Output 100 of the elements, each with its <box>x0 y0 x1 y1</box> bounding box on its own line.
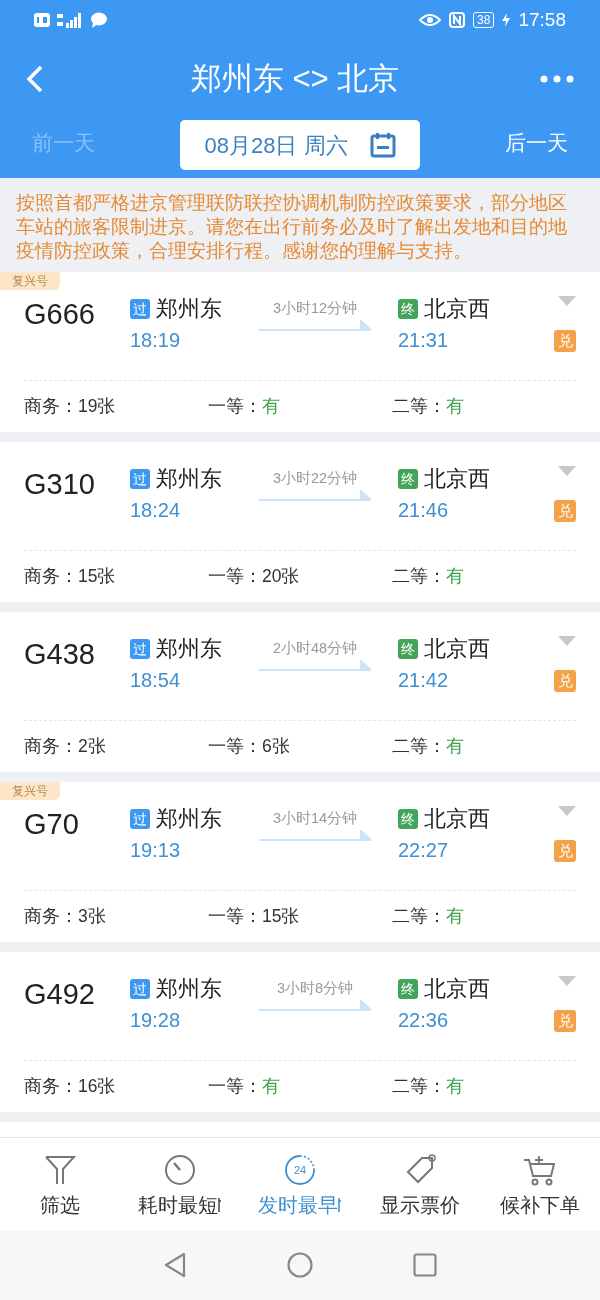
nfc-icon <box>449 12 466 28</box>
notice-text: 按照首都严格进京管理联防联控协调机制防控政策要求，部分地区车站的旅客限制进京。请您在出行前务必及时了解出发地和目的地疫情防控政策，合理安排行程。感谢您的理解与支持。 <box>16 190 568 262</box>
tag-icon <box>404 1154 436 1186</box>
station-name: 北京西 <box>424 466 490 492</box>
train-number: G666 <box>24 297 96 332</box>
duration-text: 3小时8分钟 <box>276 979 354 998</box>
recent-apps-icon[interactable] <box>413 1253 437 1278</box>
train-tag: 复兴号 <box>0 782 60 800</box>
seat-info: 商务：2张 <box>24 735 107 759</box>
dropdown-icon[interactable] <box>558 636 576 646</box>
seat-info: 一等：有 <box>208 395 281 419</box>
dropdown-icon[interactable] <box>558 466 576 476</box>
dropdown-icon[interactable] <box>558 976 576 986</box>
arrow-icon <box>259 830 371 842</box>
exchange-badge: 兑 <box>554 330 576 352</box>
time-text: 19:13 <box>130 838 182 862</box>
station-name: 郑州东 <box>156 806 222 832</box>
train-card[interactable]: 复兴号 G70 过 郑州东 19:13 3小时14分钟 终 北京西 22:27 兑 商务：3张 一等：15张 二等：有 <box>0 782 600 942</box>
seat-info: 二等：有 <box>392 735 465 759</box>
signal-icon <box>56 12 84 28</box>
seat-info: 一等：20张 <box>208 565 301 589</box>
train-card[interactable]: G310 过 郑州东 18:24 3小时22分钟 终 北京西 21:46 兑 商务：15张 一等：20张 二等：有 <box>0 442 600 602</box>
chat-icon <box>90 12 108 28</box>
toolbar-button[interactable]: 候补下单 <box>481 1154 599 1220</box>
time-text: 21:42 <box>398 668 450 692</box>
time-text: 19:28 <box>130 1008 182 1032</box>
toolbar-label: 候补下单 <box>500 1193 580 1218</box>
station-name: 郑州东 <box>156 296 222 322</box>
eye-icon <box>419 13 442 27</box>
duration-text: 3小时22分钟 <box>272 469 358 488</box>
arrow-icon <box>259 660 371 672</box>
hd-icon <box>34 13 50 27</box>
seat-info: 商务：3张 <box>24 905 107 929</box>
time-text: 21:31 <box>398 328 450 352</box>
home-nav-icon[interactable] <box>287 1252 313 1279</box>
stop-mark: 终 <box>398 639 418 659</box>
seat-info: 一等：有 <box>208 1075 281 1099</box>
stopwatch-icon <box>164 1154 196 1186</box>
toolbar-label: 筛选 <box>40 1193 80 1218</box>
stop-mark: 终 <box>398 299 418 319</box>
train-number: G438 <box>24 637 96 672</box>
exchange-badge: 兑 <box>554 500 576 522</box>
time-text: 18:54 <box>130 668 182 692</box>
toolbar-button[interactable]: 耗时最短 <box>121 1154 239 1220</box>
stop-mark: 过 <box>130 809 150 829</box>
station-name: 郑州东 <box>156 466 222 492</box>
stop-mark: 过 <box>130 469 150 489</box>
back-nav-icon[interactable] <box>163 1252 187 1279</box>
icon-number: 24 <box>293 1164 307 1176</box>
stop-mark: 终 <box>398 469 418 489</box>
station-name: 郑州东 <box>156 636 222 662</box>
dropdown-icon[interactable] <box>558 806 576 816</box>
toolbar-button[interactable]: 24 发时最早 <box>241 1154 359 1220</box>
station-name: 北京西 <box>424 296 490 322</box>
charging-icon <box>502 13 511 27</box>
seat-info: 商务：16张 <box>24 1075 117 1099</box>
exchange-badge: 兑 <box>554 840 576 862</box>
seat-info: 一等：6张 <box>208 735 291 759</box>
time-text: 18:19 <box>130 328 182 352</box>
seat-info: 二等：有 <box>392 395 465 419</box>
arrow-icon <box>259 490 371 502</box>
duration-text: 2小时48分钟 <box>272 639 358 658</box>
page-title: 郑州东 <> 北京 <box>190 59 400 98</box>
stop-mark: 过 <box>130 639 150 659</box>
time-text: 21:46 <box>398 498 450 522</box>
exchange-badge: 兑 <box>554 670 576 692</box>
cart-plus-icon <box>523 1154 557 1186</box>
station-name: 北京西 <box>424 806 490 832</box>
train-number: G310 <box>24 467 96 502</box>
toolbar-button[interactable]: 显示票价 <box>361 1154 479 1220</box>
stop-mark: 过 <box>130 979 150 999</box>
station-name: 郑州东 <box>156 976 222 1002</box>
seat-info: 一等：15张 <box>208 905 301 929</box>
time-text: 22:27 <box>398 838 450 862</box>
train-tag: 复兴号 <box>0 272 60 290</box>
seat-info: 二等：有 <box>392 905 465 929</box>
train-card[interactable]: 复兴号 G666 过 郑州东 18:19 3小时12分钟 终 北京西 21:31 兑 商务：19张 一等：有 二等：有 <box>0 272 600 432</box>
stop-mark: 终 <box>398 979 418 999</box>
time-text: 18:24 <box>130 498 182 522</box>
toolbar-label: 耗时最短 <box>138 1193 218 1218</box>
toolbar-label: 显示票价 <box>380 1193 460 1218</box>
exchange-badge: 兑 <box>554 1010 576 1032</box>
seat-info: 二等：有 <box>392 1075 465 1099</box>
station-name: 北京西 <box>424 636 490 662</box>
dropdown-icon[interactable] <box>558 296 576 306</box>
date-picker[interactable]: 08月28日 周六 <box>180 120 420 170</box>
battery-level: 38 <box>473 12 495 28</box>
train-card[interactable]: G492 过 郑州东 19:28 3小时8分钟 终 北京西 22:36 兑 商务：16张 一等：有 二等：有 <box>0 952 600 1112</box>
filter-icon <box>44 1155 76 1185</box>
seat-info: 商务：19张 <box>24 395 117 419</box>
seat-info: 二等：有 <box>392 565 465 589</box>
calendar-icon <box>369 132 396 158</box>
arrow-icon <box>259 1000 371 1012</box>
toolbar-label: 发时最早 <box>258 1193 338 1218</box>
stop-mark: 终 <box>398 809 418 829</box>
train-card[interactable]: G438 过 郑州东 18:54 2小时48分钟 终 北京西 21:42 兑 商务：2张 一等：6张 二等：有 <box>0 612 600 772</box>
clock-time: 17:58 <box>518 7 566 32</box>
train-number: G70 <box>24 807 80 842</box>
toolbar-button[interactable]: 筛选 <box>1 1154 119 1220</box>
train-number: G492 <box>24 977 96 1012</box>
